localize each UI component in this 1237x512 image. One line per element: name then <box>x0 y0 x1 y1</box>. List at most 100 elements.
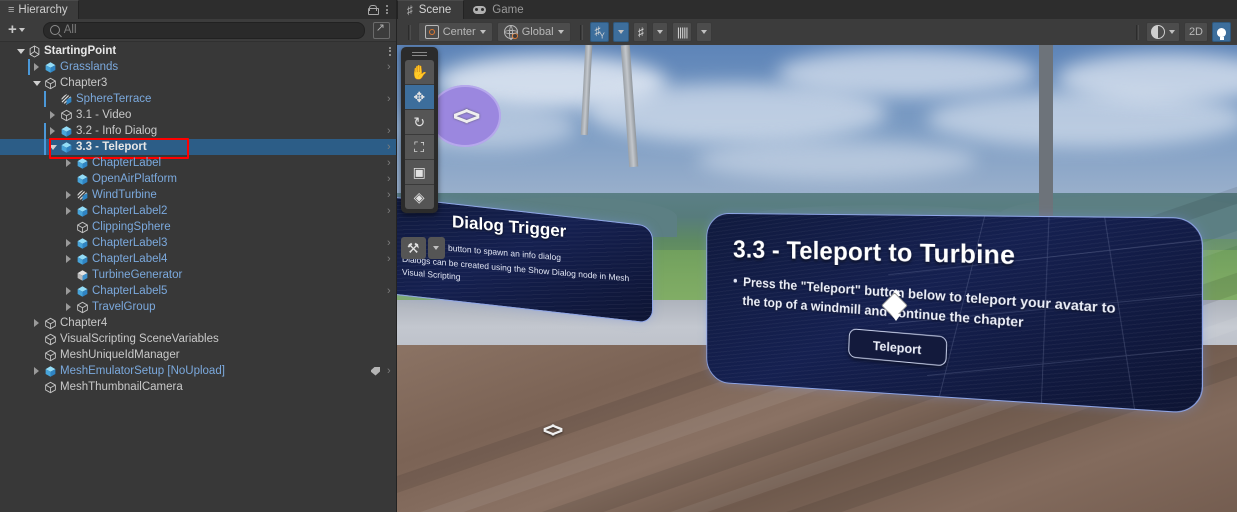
hierarchy-row[interactable]: ChapterLabel4 › <box>0 251 396 267</box>
move-gizmo-diamond-icon[interactable] <box>880 289 908 321</box>
hierarchy-row[interactable]: 3.1 - Video <box>0 107 396 123</box>
hierarchy-row[interactable]: WindTurbine › <box>0 187 396 203</box>
grid-snap-toggle[interactable]: ♯ <box>632 22 648 42</box>
foldout-expanded-icon[interactable] <box>14 48 27 54</box>
foldout-collapsed-icon[interactable] <box>30 319 43 327</box>
hierarchy-item-label: ChapterLabel3 <box>92 237 168 249</box>
foldout-collapsed-icon[interactable] <box>62 191 75 199</box>
foldout-collapsed-icon[interactable] <box>30 63 43 71</box>
open-prefab-chevron-icon[interactable]: › <box>387 59 391 75</box>
foldout-collapsed-icon[interactable] <box>62 303 75 311</box>
hierarchy-row[interactable]: ChapterLabel5 › <box>0 283 396 299</box>
custom-tools-dropdown[interactable] <box>427 237 445 259</box>
shading-mode-dropdown[interactable] <box>1145 22 1180 42</box>
lock-icon[interactable] <box>367 4 379 15</box>
toggle-2d-button[interactable]: 2D <box>1183 22 1208 42</box>
expand-search-button[interactable] <box>372 21 390 39</box>
grid-snap-dropdown[interactable] <box>651 22 668 42</box>
rect-tool[interactable]: ▣ <box>404 160 434 185</box>
hierarchy-row-selected[interactable]: 3.3 - Teleport › <box>0 138 396 159</box>
custom-tools-group[interactable]: ⚒ <box>400 237 445 259</box>
unity-scene-icon <box>27 44 41 58</box>
foldout-collapsed-icon[interactable] <box>46 111 59 119</box>
hierarchy-row[interactable]: OpenAirPlatform › <box>0 171 396 187</box>
custom-tools-button[interactable]: ⚒ <box>400 237 426 259</box>
open-prefab-chevron-icon[interactable]: › <box>387 203 391 219</box>
lighting-toggle-button[interactable] <box>1212 22 1231 42</box>
snap-increment-dropdown[interactable] <box>696 22 713 42</box>
hierarchy-row[interactable]: Grasslands › <box>0 59 396 75</box>
search-input[interactable]: All <box>42 21 365 39</box>
scene-tabbar: ♯ Scene Game <box>396 0 1237 19</box>
tab-scene[interactable]: ♯ Scene <box>396 0 465 19</box>
gameobject-icon <box>43 333 57 346</box>
bullet-dot-icon <box>733 278 737 283</box>
create-button[interactable]: + <box>6 22 27 37</box>
rotate-tool[interactable]: ↻ <box>404 110 434 135</box>
wrench-tools-icon: ⚒ <box>406 240 420 256</box>
open-prefab-chevron-icon[interactable]: › <box>387 363 391 379</box>
kebab-menu-icon[interactable] <box>385 5 388 14</box>
search-icon <box>49 25 60 35</box>
hierarchy-row[interactable]: MeshUniqueIdManager <box>0 347 396 363</box>
open-prefab-chevron-icon[interactable]: › <box>387 91 391 107</box>
scale-tool[interactable]: ⛶ <box>404 135 434 160</box>
hierarchy-row[interactable]: StartingPoint <box>0 43 396 59</box>
hierarchy-guide-line <box>44 123 46 139</box>
hierarchy-row[interactable]: ChapterLabel2 › <box>0 203 396 219</box>
open-prefab-chevron-icon[interactable]: › <box>387 235 391 251</box>
foldout-collapsed-icon[interactable] <box>62 159 75 167</box>
foldout-collapsed-icon[interactable] <box>62 255 75 263</box>
open-prefab-chevron-icon[interactable]: › <box>387 171 391 187</box>
snap-increment-button[interactable]: ||||| <box>671 22 693 42</box>
open-prefab-chevron-icon[interactable]: › <box>387 139 391 155</box>
hierarchy-row[interactable]: MeshEmulatorSetup [NoUpload] › <box>0 363 396 379</box>
code-brackets-icon: <> <box>452 100 480 131</box>
handle-space-dropdown[interactable]: Global <box>496 22 571 42</box>
ruler-icon: ||||| <box>676 25 689 39</box>
hierarchy-row[interactable]: Chapter3 <box>0 75 396 91</box>
tab-game[interactable]: Game <box>464 0 535 19</box>
foldout-expanded-icon[interactable] <box>30 80 43 86</box>
hierarchy-row[interactable]: ChapterLabel › <box>0 155 396 171</box>
foldout-collapsed-icon[interactable] <box>62 239 75 247</box>
hierarchy-tree[interactable]: StartingPoint Grasslands › Chapter3 SphereTe… <box>0 42 396 512</box>
hierarchy-row[interactable]: TurbineGenerator <box>0 267 396 283</box>
hierarchy-row[interactable]: TravelGroup <box>0 299 396 315</box>
foldout-expanded-icon[interactable] <box>46 144 59 150</box>
hierarchy-row[interactable]: Chapter4 <box>0 315 396 331</box>
hierarchy-row[interactable]: ClippingSphere <box>0 219 396 235</box>
lightbulb-icon <box>1217 27 1226 40</box>
move-tool[interactable]: ✥ <box>404 85 434 110</box>
hierarchy-row[interactable]: SphereTerrace › <box>0 91 396 107</box>
grid-visibility-toggle[interactable]: ♯Y <box>589 22 609 42</box>
hierarchy-row[interactable]: MeshThumbnailCamera <box>0 379 396 395</box>
hierarchy-row[interactable]: 3.2 - Info Dialog › <box>0 123 396 139</box>
grid-visibility-dropdown[interactable] <box>612 22 629 42</box>
scene-viewport[interactable]: <> <> Dialog Trigger button to spawn an … <box>396 45 1237 512</box>
teleport-dialog-panel[interactable]: 3.3 - Teleport to Turbine Press the "Tel… <box>706 212 1203 415</box>
open-prefab-chevron-icon[interactable]: › <box>387 155 391 171</box>
open-prefab-chevron-icon[interactable]: › <box>387 187 391 203</box>
hierarchy-guide-line <box>44 91 46 107</box>
open-prefab-chevron-icon[interactable]: › <box>387 283 391 299</box>
scene-context-menu-icon[interactable] <box>388 46 391 56</box>
hierarchy-row[interactable]: ChapterLabel3 › <box>0 235 396 251</box>
prefab-variant-icon <box>59 93 73 106</box>
scene-tools-palette[interactable]: ✋ ✥ ↻ ⛶ ▣ ◈ <box>400 47 438 213</box>
foldout-collapsed-icon[interactable] <box>30 367 43 375</box>
open-prefab-chevron-icon[interactable]: › <box>387 123 391 139</box>
visual-script-badge[interactable]: <> <box>428 85 501 147</box>
open-prefab-chevron-icon[interactable]: › <box>387 251 391 267</box>
foldout-collapsed-icon[interactable] <box>46 127 59 135</box>
foldout-collapsed-icon[interactable] <box>62 207 75 215</box>
floor-marker-icon[interactable]: <> <box>543 419 563 443</box>
tab-hierarchy[interactable]: ≡ Hierarchy <box>0 0 79 19</box>
hierarchy-row[interactable]: VisualScripting SceneVariables <box>0 331 396 347</box>
teleport-button[interactable]: Teleport <box>847 328 948 367</box>
foldout-collapsed-icon[interactable] <box>62 287 75 295</box>
hand-tool[interactable]: ✋ <box>404 60 434 85</box>
transform-tool[interactable]: ◈ <box>404 185 434 209</box>
pivot-mode-dropdown[interactable]: Center <box>417 22 493 42</box>
drag-handle-icon[interactable] <box>411 51 427 57</box>
